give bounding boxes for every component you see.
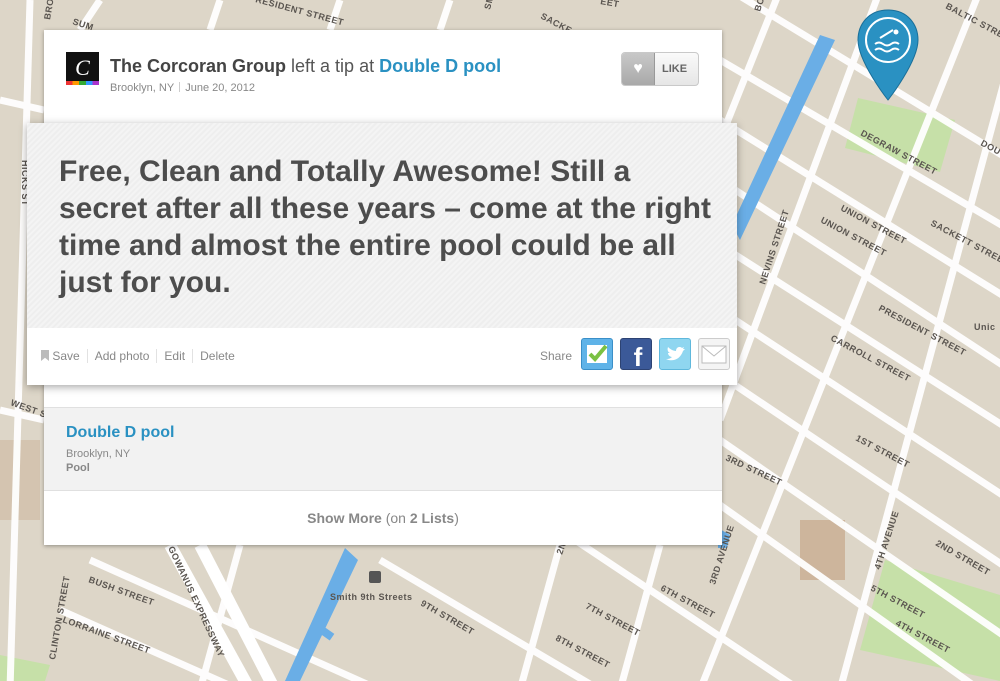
venue-link[interactable]: Double D pool <box>379 56 501 76</box>
tip-date: June 20, 2012 <box>185 82 255 94</box>
twitter-icon[interactable] <box>659 338 691 370</box>
venue-name-link[interactable]: Double D pool <box>66 424 174 442</box>
heart-icon: ♥ <box>622 53 655 85</box>
show-more-close: ) <box>454 510 459 526</box>
show-more-link[interactable]: Show More (on 2 Lists) <box>44 510 722 526</box>
venue-city: Brooklyn, NY <box>66 448 131 460</box>
delete-button[interactable]: Delete <box>192 349 242 363</box>
tip-text-area: Free, Clean and Totally Awesome! Still a… <box>27 123 737 328</box>
foursquare-icon[interactable] <box>581 338 613 370</box>
edit-button[interactable]: Edit <box>156 349 192 363</box>
action-text: left a tip at <box>291 56 375 76</box>
show-more-prefix: Show More <box>307 510 382 526</box>
add-photo-button[interactable]: Add photo <box>86 349 157 363</box>
tip-meta: Brooklyn, NY June 20, 2012 <box>110 82 255 94</box>
tip-location: Brooklyn, NY <box>110 82 175 94</box>
facebook-icon[interactable]: f <box>620 338 652 372</box>
author-link[interactable]: The Corcoran Group <box>110 56 286 76</box>
save-label: Save <box>52 349 80 363</box>
show-more-count: 2 Lists <box>409 510 455 526</box>
tip-text: Free, Clean and Totally Awesome! Still a… <box>59 155 711 299</box>
show-more-open: (on <box>385 510 410 526</box>
divider <box>179 82 181 92</box>
svg-text:f: f <box>634 342 643 369</box>
venue-summary: Double D pool Brooklyn, NY Pool <box>44 407 722 491</box>
street-label: Unic <box>974 322 996 332</box>
subway-icon[interactable] <box>369 571 381 583</box>
venue-category: Pool <box>66 462 90 474</box>
email-icon[interactable] <box>698 338 730 370</box>
tip-header: C The Corcoran Group left a tip at Doubl… <box>44 30 722 122</box>
save-button[interactable]: Save <box>37 349 87 363</box>
like-button[interactable]: ♥ LIKE <box>621 52 699 86</box>
tip-title: The Corcoran Group left a tip at Double … <box>110 56 501 77</box>
share-label: Share <box>540 349 573 363</box>
tip-actions: Save Add photo Edit Delete <box>37 349 242 363</box>
tip-body: Free, Clean and Totally Awesome! Still a… <box>27 123 737 385</box>
like-label: LIKE <box>662 63 688 75</box>
avatar-stripe <box>66 81 99 85</box>
bookmark-icon <box>41 350 49 361</box>
street-label: Smith 9th Streets <box>330 592 413 602</box>
avatar[interactable]: C <box>66 52 99 85</box>
avatar-letter: C <box>75 55 90 80</box>
